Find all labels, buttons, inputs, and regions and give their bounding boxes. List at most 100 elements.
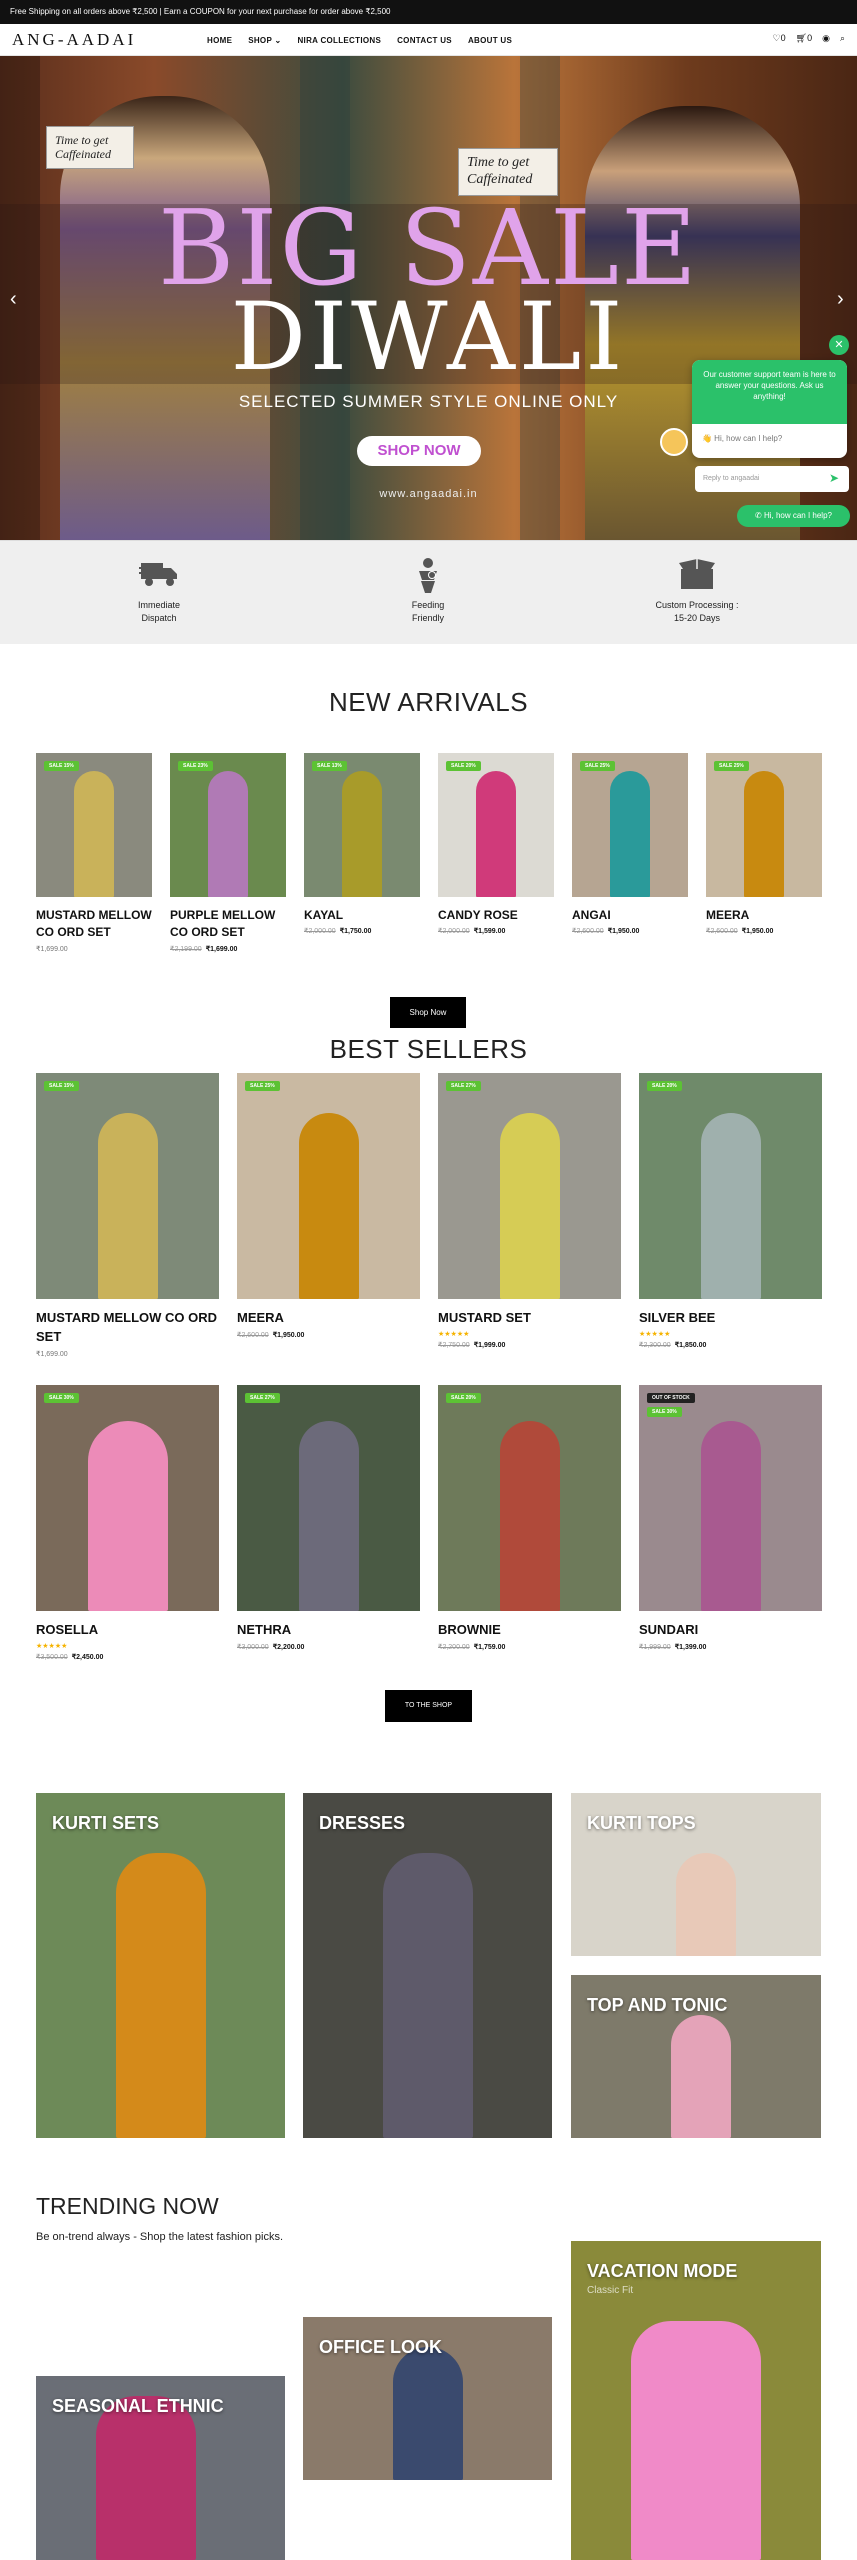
product-card[interactable]: SALE 15% MUSTARD MELLOW CO ORD SET ₹1,69… — [36, 1073, 219, 1358]
category-kurti-tops[interactable]: KURTI TOPS — [571, 1793, 821, 1956]
to-the-shop-button[interactable]: TO THE SHOP — [385, 1690, 472, 1722]
product-image[interactable]: SALE 25% — [237, 1073, 420, 1299]
feature-feeding-line1: Feeding — [411, 600, 445, 610]
trending-title: TRENDING NOW — [36, 2193, 219, 2219]
header-icons: ♡0 🛒︎0 ◉ ⌕ — [773, 33, 845, 44]
sale-badge: SALE 23% — [178, 761, 213, 771]
product-card[interactable]: SALE 23% PURPLE MELLOW CO ORD SET ₹2,199… — [170, 753, 286, 953]
cart-button[interactable]: 🛒︎0 — [796, 33, 812, 44]
category-top-and-tonic[interactable]: TOP AND TONIC — [571, 1975, 821, 2138]
product-card[interactable]: SALE 25% MEERA ₹2,600.00 ₹1,950.00 — [706, 753, 822, 935]
chat-reply-input[interactable]: Reply to angaadai ➤ — [695, 466, 849, 492]
product-old-price: ₹2,600.00 — [706, 928, 738, 936]
product-name[interactable]: KAYAL — [304, 907, 420, 924]
product-card[interactable]: SALE 20% BROWNIE ₹2,200.00 ₹1,759.00 — [438, 1385, 621, 1651]
product-old-price: ₹3,500.00 — [36, 1653, 68, 1661]
box-icon — [679, 559, 715, 589]
product-image[interactable]: SALE 25% — [706, 753, 822, 897]
rating-stars: ★★★★★ — [639, 1330, 671, 1338]
product-card[interactable]: SALE 25% MEERA ₹2,600.00 ₹1,950.00 — [237, 1073, 420, 1339]
product-image[interactable]: SALE 20% — [438, 1385, 621, 1611]
shop-now-button[interactable]: Shop Now — [390, 997, 466, 1028]
nav-shop[interactable]: SHOP ⌄ — [248, 36, 281, 45]
product-card[interactable]: SALE 20% SILVER BEE ★★★★★ ₹2,300.00 ₹1,85… — [639, 1073, 822, 1349]
chat-open-button[interactable]: ✆ Hi, how can I help? — [737, 505, 850, 527]
product-old-price: ₹1,999.00 — [639, 1643, 671, 1651]
product-card[interactable]: SALE 27% NETHRA ₹3,000.00 ₹2,200.00 — [237, 1385, 420, 1651]
sale-badge: SALE 13% — [312, 761, 347, 771]
nav-nira-collections[interactable]: NIRA COLLECTIONS — [297, 36, 381, 45]
sale-badge: SALE 25% — [714, 761, 749, 771]
product-name[interactable]: CANDY ROSE — [438, 907, 554, 924]
product-name[interactable]: MUSTARD MELLOW CO ORD SET — [36, 1309, 219, 1347]
product-name[interactable]: MEERA — [237, 1309, 420, 1328]
product-card[interactable]: SALE 15% MUSTARD MELLOW CO ORD SET ₹1,69… — [36, 753, 152, 953]
slider-next-icon[interactable]: › — [837, 288, 844, 311]
trending-seasonal-ethnic[interactable]: SEASONAL ETHNIC — [36, 2376, 285, 2560]
product-image[interactable]: SALE 30% — [36, 1385, 219, 1611]
chat-quick-reply[interactable]: 👋 Hi, how can I help? — [692, 424, 847, 453]
feature-processing-line1: Custom Processing : — [655, 600, 739, 610]
chat-close-icon[interactable]: ✕ — [829, 335, 849, 355]
rating-stars: ★★★★★ — [36, 1642, 68, 1650]
wishlist-count: 0 — [780, 33, 786, 43]
product-image[interactable]: SALE 15% — [36, 1073, 219, 1299]
product-name[interactable]: ROSELLA — [36, 1621, 219, 1640]
sale-badge: SALE 27% — [245, 1393, 280, 1403]
category-label: KURTI SETS — [52, 1813, 160, 1833]
product-old-price: ₹2,600.00 — [237, 1331, 269, 1339]
product-image[interactable]: SALE 20% — [438, 753, 554, 897]
account-icon[interactable]: ◉ — [822, 33, 830, 44]
product-image[interactable]: SALE 25% — [572, 753, 688, 897]
rating-stars: ★★★★★ — [438, 1330, 470, 1338]
product-name[interactable]: MUSTARD SET — [438, 1309, 621, 1328]
product-card[interactable]: SALE 20% CANDY ROSE ₹2,000.00 ₹1,599.00 — [438, 753, 554, 935]
product-card[interactable]: SALE 25% ANGAI ₹2,600.00 ₹1,950.00 — [572, 753, 688, 935]
category-dresses[interactable]: DRESSES — [303, 1793, 552, 2138]
product-image[interactable]: SALE 27% — [438, 1073, 621, 1299]
product-card[interactable]: SALE 30% ROSELLA ★★★★★ ₹3,500.00 ₹2,450.0… — [36, 1385, 219, 1661]
product-image[interactable]: SALE 27% — [237, 1385, 420, 1611]
mother-baby-icon — [419, 558, 437, 593]
product-card[interactable]: SALE 13% KAYAL ₹2,000.00 ₹1,750.00 — [304, 753, 420, 935]
product-image[interactable]: SALE 13% — [304, 753, 420, 897]
whatsapp-icon: ✆ — [755, 511, 764, 520]
chat-avatar — [660, 428, 688, 456]
product-image[interactable]: OUT OF STOCK SALE 30% — [639, 1385, 822, 1611]
product-card[interactable]: SALE 27% MUSTARD SET ★★★★★ ₹2,750.00 ₹1,9… — [438, 1073, 621, 1349]
product-name[interactable]: PURPLE MELLOW CO ORD SET — [170, 907, 286, 942]
trending-subtitle: Be on-trend always - Shop the latest fas… — [36, 2231, 284, 2243]
sale-badge: SALE 30% — [44, 1393, 79, 1403]
features-strip: Immediate Dispatch Feeding Friendly Cust… — [0, 540, 857, 644]
product-image[interactable]: SALE 15% — [36, 753, 152, 897]
product-name[interactable]: ANGAI — [572, 907, 688, 924]
site-logo[interactable]: ANG-AADAI — [12, 30, 136, 50]
trending-vacation-mode[interactable]: VACATION MODE Classic Fit — [571, 2241, 821, 2560]
send-icon[interactable]: ➤ — [829, 471, 839, 485]
slider-prev-icon[interactable]: ‹ — [10, 288, 17, 311]
nav-contact-us[interactable]: CONTACT US — [397, 36, 452, 45]
product-name[interactable]: SUNDARI — [639, 1621, 822, 1640]
product-card[interactable]: OUT OF STOCK SALE 30% SUNDARI ₹1,999.00 ₹1… — [639, 1385, 822, 1651]
product-name[interactable]: BROWNIE — [438, 1621, 621, 1640]
product-old-price: ₹2,000.00 — [438, 928, 470, 936]
trending-sublabel: Classic Fit — [587, 2285, 634, 2296]
chat-popup: Our customer support team is here to ans… — [692, 360, 847, 458]
nav-about-us[interactable]: ABOUT US — [468, 36, 512, 45]
trending-office-look[interactable]: OFFICE LOOK — [303, 2317, 552, 2480]
nav-home[interactable]: HOME — [207, 36, 232, 45]
category-kurti-sets[interactable]: KURTI SETS — [36, 1793, 285, 2138]
wishlist-button[interactable]: ♡0 — [773, 33, 786, 44]
product-name[interactable]: MEERA — [706, 907, 822, 924]
sale-badge: SALE 20% — [647, 1081, 682, 1091]
hero-shop-now-button[interactable]: SHOP NOW — [357, 436, 481, 466]
product-price: ₹1,699.00 — [205, 945, 238, 953]
product-name[interactable]: NETHRA — [237, 1621, 420, 1640]
product-image[interactable]: SALE 23% — [170, 753, 286, 897]
search-icon[interactable]: ⌕ — [840, 33, 845, 44]
announcement-bar: Free Shipping on all orders above ₹2,500… — [0, 0, 857, 24]
product-name[interactable]: SILVER BEE — [639, 1309, 822, 1328]
product-image[interactable]: SALE 20% — [639, 1073, 822, 1299]
product-name[interactable]: MUSTARD MELLOW CO ORD SET — [36, 907, 152, 942]
feature-processing-line2: 15-20 Days — [673, 613, 721, 624]
